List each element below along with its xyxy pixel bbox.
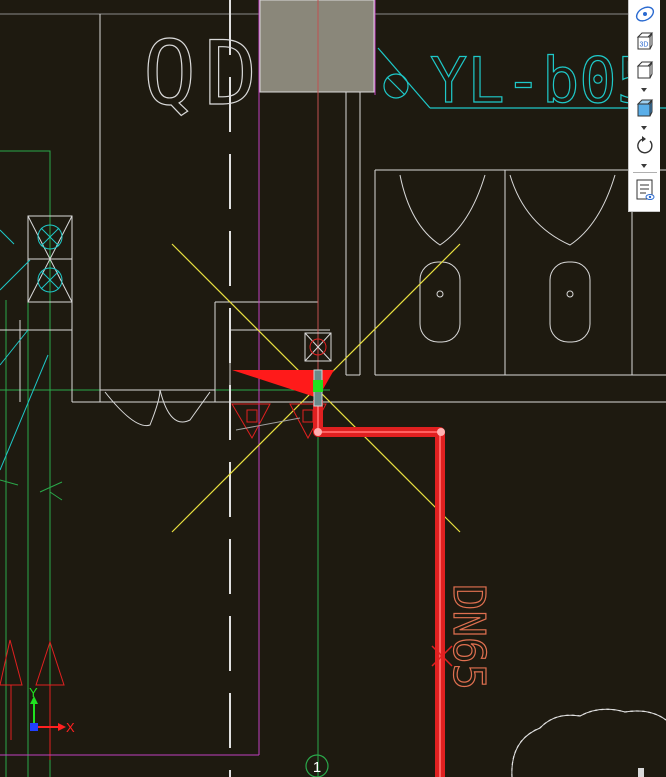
pipe-elbow bbox=[437, 428, 445, 436]
ucs-icon: Y X bbox=[29, 685, 75, 735]
cube-wireframe-icon bbox=[636, 61, 654, 79]
red-wedge bbox=[232, 370, 318, 398]
rotate-icon bbox=[637, 136, 653, 154]
view-toolbar: 3D bbox=[628, 0, 660, 212]
cube-shaded-icon bbox=[636, 99, 654, 117]
view-cube-shaded-button[interactable] bbox=[632, 96, 658, 120]
corner-mark bbox=[638, 768, 644, 777]
wall-lines-green bbox=[0, 150, 330, 777]
pipe-elbow bbox=[314, 428, 322, 436]
rotate-button[interactable] bbox=[632, 134, 658, 158]
sprinkler-fittings bbox=[0, 479, 63, 501]
pipe-run bbox=[313, 400, 445, 777]
riser-grip[interactable] bbox=[313, 380, 323, 392]
view-3d-button[interactable]: 3D bbox=[632, 30, 658, 54]
ucs-y-label: Y bbox=[29, 685, 38, 700]
display-settings-icon bbox=[636, 179, 655, 200]
toolbar-separator bbox=[633, 172, 657, 173]
display-settings-button[interactable] bbox=[632, 178, 658, 202]
equipment-circles bbox=[0, 224, 63, 471]
shading-dropdown[interactable] bbox=[641, 126, 647, 130]
door-swings bbox=[104, 389, 211, 427]
orbit-icon bbox=[635, 6, 655, 22]
view-3d-text: 3D bbox=[640, 42, 649, 49]
equipment-tag-label: YL-b05 bbox=[430, 44, 654, 117]
room-code-label: QD bbox=[143, 22, 265, 125]
grid-bubble-label: 1 bbox=[313, 759, 321, 776]
view-3d-icon: 3D bbox=[636, 32, 654, 50]
drawing-canvas[interactable]: QD YL-b05 DN65 1 Y X bbox=[0, 0, 666, 777]
column-block bbox=[259, 0, 375, 93]
cad-drawing-viewport[interactable]: QD YL-b05 DN65 1 Y X bbox=[0, 0, 666, 777]
ucs-x-label: X bbox=[66, 720, 75, 735]
rotate-dropdown[interactable] bbox=[641, 164, 647, 168]
view-cube-button[interactable] bbox=[632, 58, 658, 82]
pipe-size-label: DN65 bbox=[443, 584, 494, 690]
revision-cloud-edge bbox=[511, 708, 666, 777]
sprinkler-heads bbox=[231, 403, 327, 440]
orbit-button[interactable] bbox=[632, 2, 658, 26]
urinal-fixtures bbox=[399, 174, 616, 343]
revision-cloud bbox=[511, 708, 666, 777]
view-cube-dropdown[interactable] bbox=[641, 88, 647, 92]
